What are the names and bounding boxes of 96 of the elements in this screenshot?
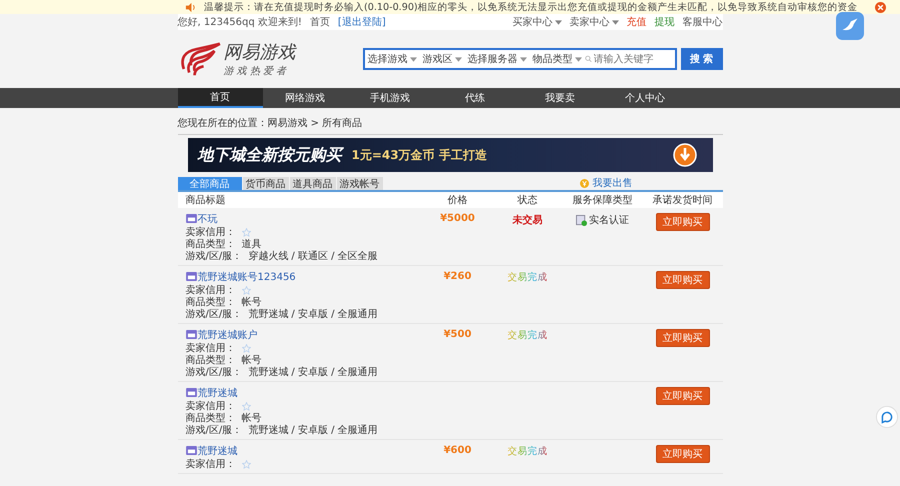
column-header: 状态 [516, 194, 538, 207]
category-tab[interactable]: 游戏帐号 [336, 177, 382, 190]
caret-icon [520, 56, 526, 62]
greeting-text: 您好, 123456qq 欢迎来到! [178, 16, 302, 29]
search-icon [584, 55, 592, 63]
chat-icon[interactable] [876, 406, 898, 428]
detail-value: 荒野迷城 / 安卓版 / 全服通用 [248, 308, 378, 321]
detail-label: 游戏/区/服： [186, 366, 242, 379]
logout-link[interactable]: [退出登陆] [338, 15, 386, 29]
buy-button[interactable]: 立即购买 [656, 387, 710, 405]
select-dropdown[interactable]: 游戏区 [420, 52, 464, 66]
detail-label: 游戏/区/服： [186, 424, 242, 437]
item-title-link[interactable]: 荒野迷城账户 [198, 328, 258, 342]
detail-label: 商品类型： [186, 296, 236, 308]
coin-icon [580, 178, 588, 188]
status-text: 交易完成 [508, 329, 548, 342]
logo-name: 网易游戏 [224, 41, 296, 64]
item-icon [186, 214, 196, 223]
item-title-link[interactable]: 不玩 [198, 212, 218, 226]
banner-headline: 地下城全新按元购买 [198, 144, 342, 166]
price-text: ¥5000 [440, 213, 475, 224]
sell-link[interactable]: 我要出售 [592, 176, 632, 190]
service-text: 实名认证 [589, 214, 629, 227]
star-icon [242, 228, 250, 236]
status-text: 交易完成 [508, 445, 548, 458]
detail-label: 商品类型： [186, 412, 236, 424]
breadcrumb: 您现在所在的位置：网易游戏 > 所有商品 [178, 116, 722, 135]
category-tab[interactable]: 货币商品 [242, 177, 288, 190]
detail-value: 帐号 [242, 296, 262, 308]
top-link[interactable]: 提现 [654, 15, 674, 29]
buy-button[interactable]: 立即购买 [656, 271, 710, 289]
detail-value: 帐号 [242, 412, 262, 424]
credit-label: 卖家信用： [186, 400, 236, 412]
logo-slogan: 游 戏 热 爱 者 [224, 64, 288, 78]
top-link[interactable]: 客服中心 [682, 15, 722, 29]
price-text: ¥600 [444, 445, 472, 456]
detail-value: 道具 [242, 238, 262, 250]
column-header: 服务保障类型 [572, 194, 634, 207]
banner-offer: 1元=43万金币 手工打造 [352, 146, 487, 164]
nav-tab[interactable]: 手机游戏 [348, 88, 432, 108]
category-tab[interactable]: 道具商品 [290, 177, 336, 190]
buy-button[interactable]: 立即购买 [656, 329, 710, 347]
nav-tab[interactable]: 网络游戏 [262, 88, 348, 108]
search-button[interactable]: 搜 索 [680, 48, 722, 70]
caret-icon [410, 56, 416, 62]
nav-tab[interactable]: 我要卖 [518, 88, 602, 108]
item-icon [186, 330, 196, 339]
item-title-link[interactable]: 荒野迷城账号123456 [198, 270, 296, 284]
star-icon [242, 344, 250, 352]
select-dropdown[interactable]: 选择游戏 [364, 52, 420, 66]
top-link[interactable]: 买家中心 [512, 15, 562, 29]
nav-tab[interactable]: 代练 [432, 88, 518, 108]
detail-value: 荒野迷城 / 安卓版 / 全服通用 [248, 366, 378, 379]
star-icon [242, 460, 250, 468]
credit-label: 卖家信用： [186, 458, 236, 471]
star-icon [242, 286, 250, 294]
detail-value: 穿越火线 / 联通区 / 全区全服 [248, 250, 378, 263]
buy-button[interactable]: 立即购买 [656, 213, 710, 231]
detail-value: 荒野迷城 / 安卓版 / 全服通用 [248, 424, 378, 437]
select-dropdown[interactable]: 选择服务器 [464, 52, 530, 66]
detail-value: 帐号 [242, 354, 262, 366]
speaker-icon [185, 2, 196, 12]
item-icon [186, 388, 196, 397]
notice-text: 温馨提示：请在充值提现时务必输入(0.10-0.90)相应的零头，以免系统无法显示出您充值或提现的金额产生未匹配，以免导致系统自动审核您的资金 [204, 0, 859, 14]
credit-label: 卖家信用： [186, 226, 236, 238]
item-title-link[interactable]: 荒野迷城 [198, 386, 238, 400]
detail-label: 商品类型： [186, 354, 236, 366]
status-text: 未交易 [512, 213, 542, 227]
column-header: 商品标题 [184, 194, 226, 207]
top-link[interactable]: 充值 [626, 15, 646, 29]
bird-logo-icon[interactable] [836, 12, 864, 40]
detail-label: 游戏/区/服： [186, 250, 242, 263]
status-text: 交易完成 [508, 271, 548, 284]
credit-label: 卖家信用： [186, 284, 236, 296]
close-icon[interactable] [875, 2, 886, 12]
top-link[interactable]: 卖家中心 [570, 15, 618, 29]
detail-label: 商品类型： [186, 238, 236, 250]
verified-icon [576, 214, 587, 226]
item-icon [186, 272, 196, 281]
column-header: 承诺发货时间 [652, 194, 714, 207]
star-icon [242, 402, 250, 410]
price-text: ¥260 [444, 271, 472, 282]
item-title-link[interactable]: 荒野迷城 [198, 444, 238, 458]
caret-icon [454, 56, 462, 62]
detail-label: 游戏/区/服： [186, 308, 242, 321]
buy-button[interactable]: 立即购买 [656, 445, 710, 463]
caret-icon [574, 56, 582, 62]
credit-label: 卖家信用： [186, 342, 236, 354]
select-dropdown[interactable]: 物品类型 [530, 52, 584, 66]
home-link[interactable]: 首页 [310, 15, 330, 29]
column-header: 价格 [446, 194, 468, 207]
item-icon [186, 446, 196, 455]
promo-banner[interactable]: 地下城全新按元购买 1元=43万金币 手工打造 [188, 138, 712, 172]
price-text: ¥500 [444, 329, 472, 340]
nav-tab[interactable]: 个人中心 [602, 88, 688, 108]
nav-tab[interactable]: 首页 [178, 88, 262, 108]
